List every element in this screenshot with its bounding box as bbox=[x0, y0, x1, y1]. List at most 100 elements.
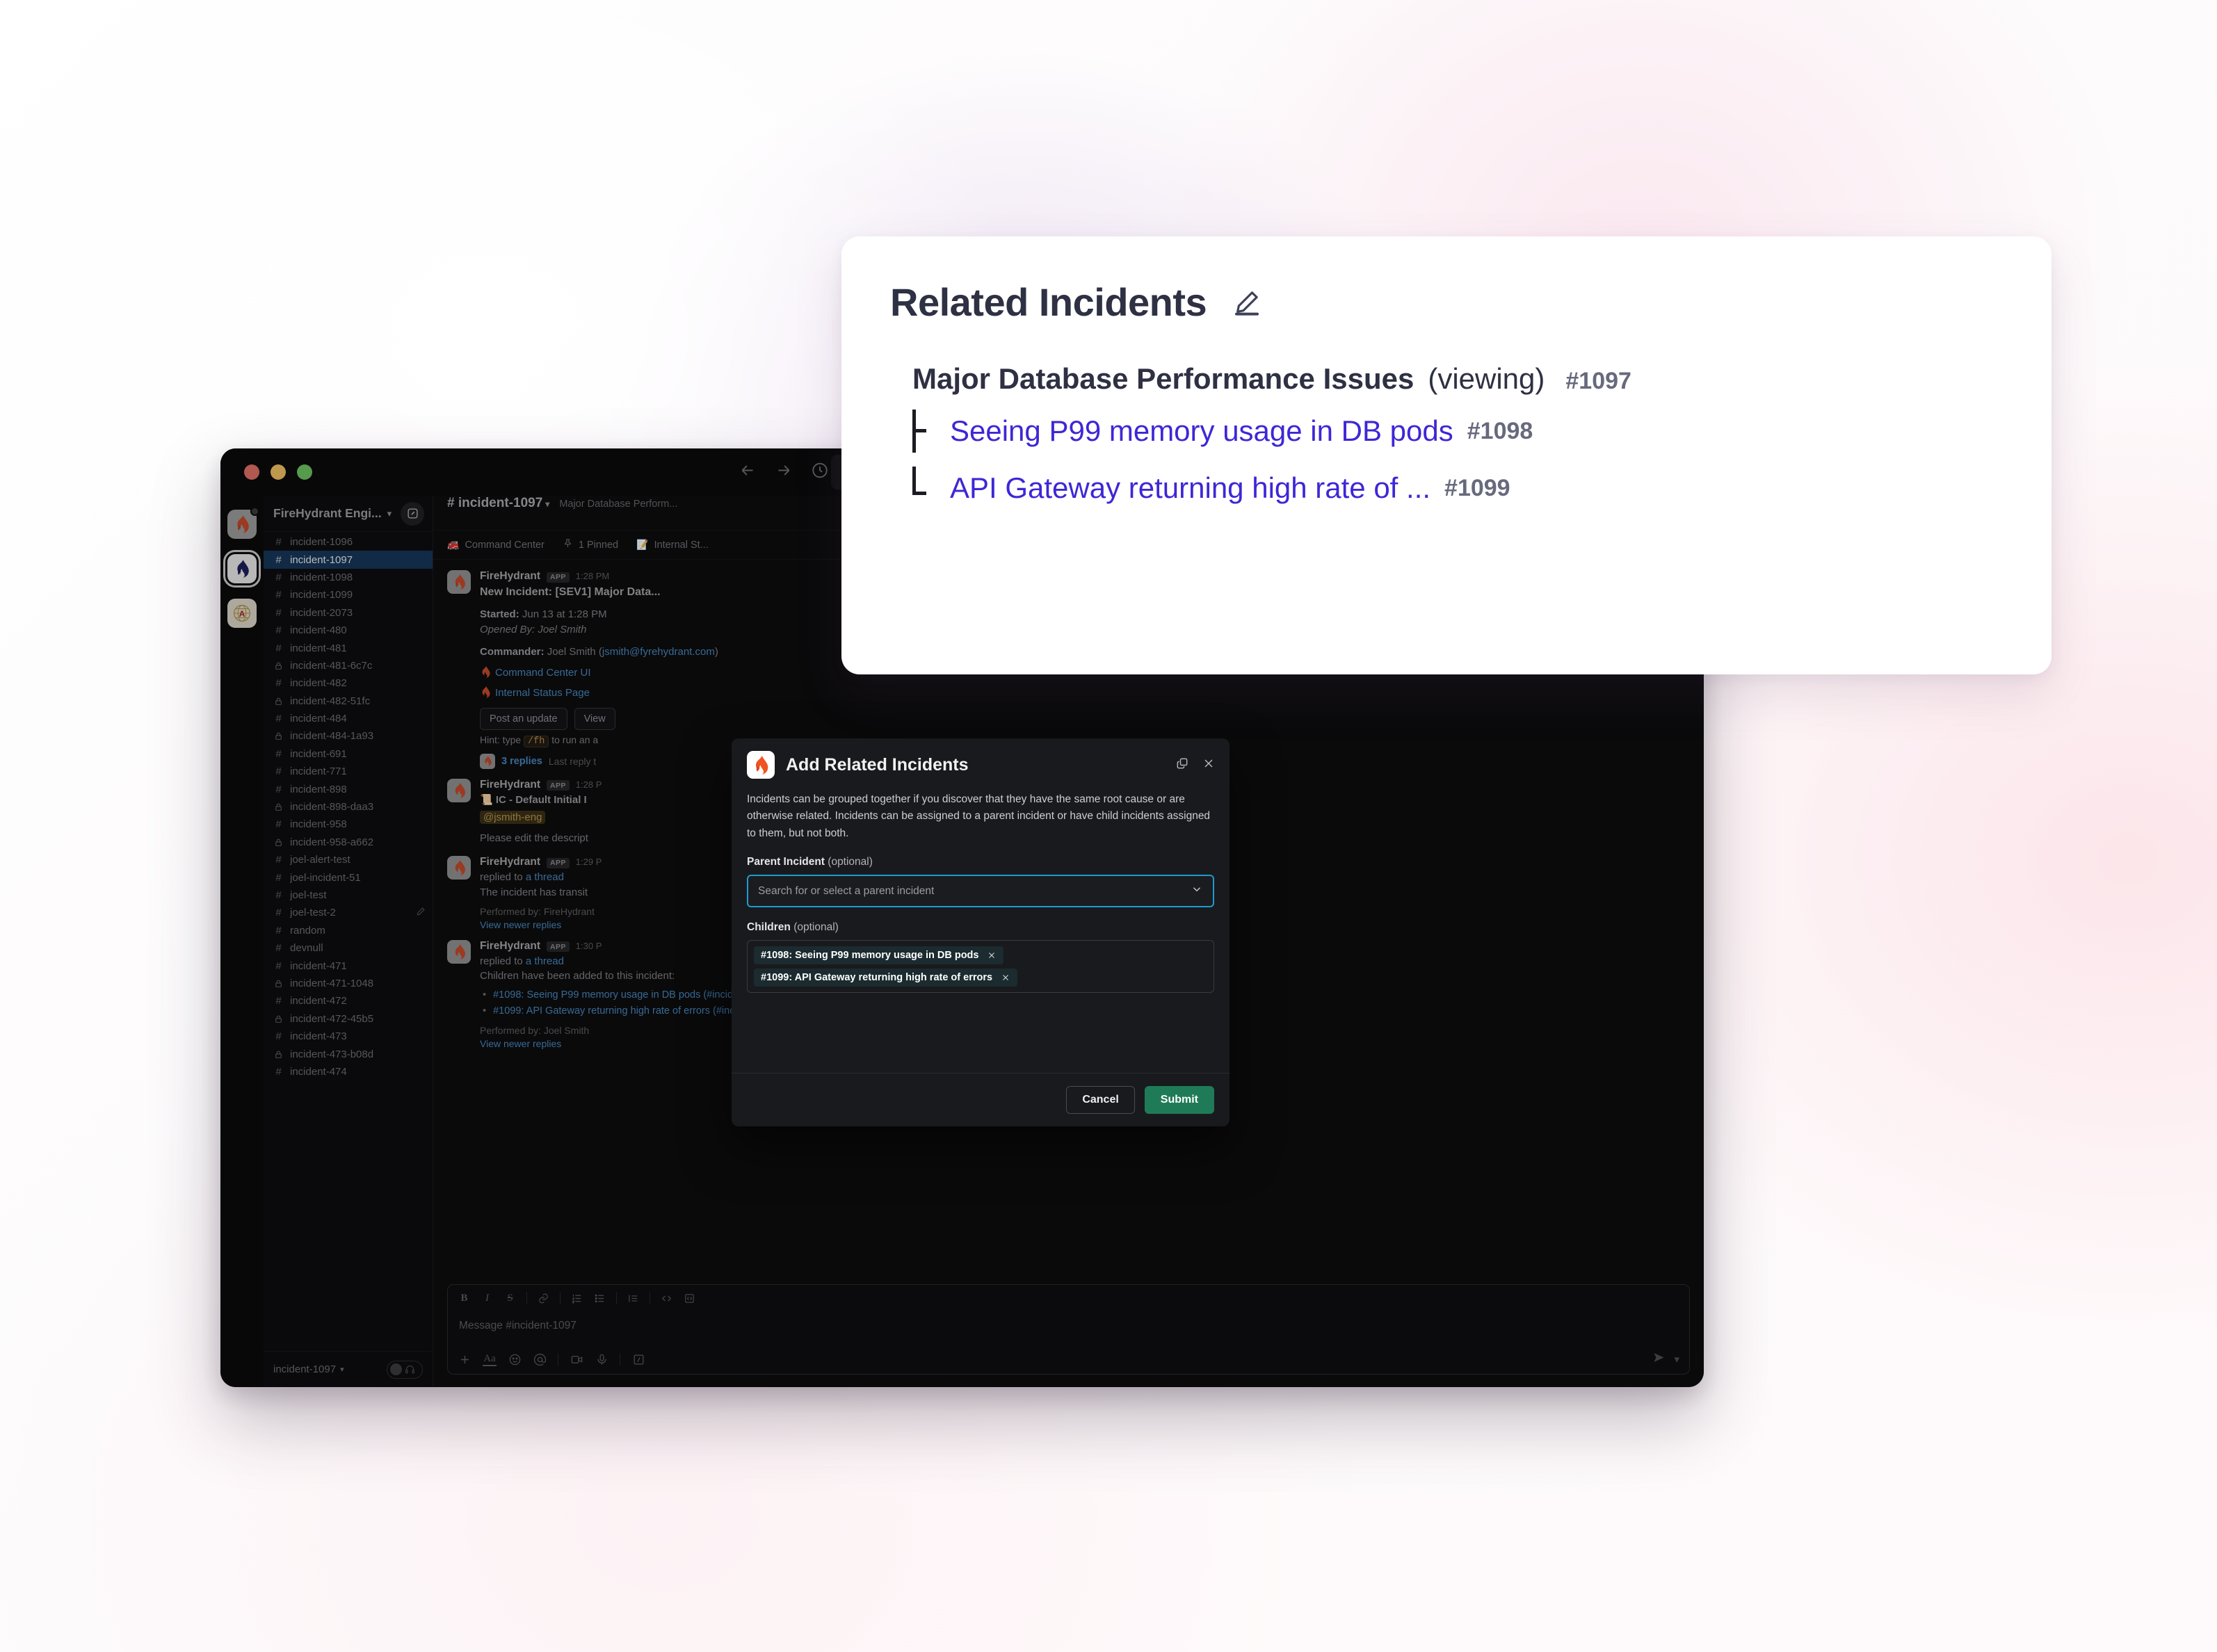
minimize-window-button[interactable] bbox=[271, 464, 286, 480]
replies-count[interactable]: 3 replies bbox=[501, 756, 542, 767]
sidebar-channel-incident-474[interactable]: # incident-474 bbox=[264, 1063, 433, 1080]
sidebar-channel-incident-2073[interactable]: # incident-2073 bbox=[264, 604, 433, 622]
pencil-icon[interactable] bbox=[1233, 289, 1261, 316]
chevron-down-icon[interactable]: ▾ bbox=[340, 1365, 344, 1374]
sidebar-channel-incident-771[interactable]: # incident-771 bbox=[264, 763, 433, 780]
sidebar-channel-joel-test-2[interactable]: # joel-test-2 bbox=[264, 904, 433, 921]
child-chip[interactable]: #1098: Seeing P99 memory usage in DB pod… bbox=[754, 946, 1004, 965]
child-chip[interactable]: #1099: API Gateway returning high rate o… bbox=[754, 969, 1018, 987]
bulleted-list-icon[interactable] bbox=[593, 1292, 606, 1305]
microphone-icon[interactable] bbox=[595, 1352, 608, 1366]
sidebar-channel-incident-1099[interactable]: # incident-1099 bbox=[264, 586, 433, 604]
bold-icon[interactable]: B bbox=[458, 1292, 471, 1305]
pencil-icon[interactable] bbox=[416, 907, 426, 919]
close-icon[interactable] bbox=[1202, 756, 1216, 774]
child-incident-link[interactable]: API Gateway returning high rate of ... bbox=[950, 471, 1430, 505]
close-window-button[interactable] bbox=[244, 464, 259, 480]
sidebar-channel-incident-473-b08d[interactable]: incident-473-b08d bbox=[264, 1045, 433, 1062]
sidebar-channel-incident-472-45b5[interactable]: incident-472-45b5 bbox=[264, 1010, 433, 1028]
sidebar-channel-random[interactable]: # random bbox=[264, 922, 433, 939]
view-button[interactable]: View bbox=[574, 707, 615, 730]
forward-arrow-icon[interactable] bbox=[775, 462, 793, 483]
zoom-window-button[interactable] bbox=[297, 464, 312, 480]
message-author[interactable]: FireHydrant bbox=[480, 940, 540, 953]
sidebar-channel-incident-958[interactable]: # incident-958 bbox=[264, 816, 433, 833]
huddle-toggle[interactable] bbox=[387, 1360, 423, 1379]
sidebar-channel-incident-484-1a93[interactable]: incident-484-1a93 bbox=[264, 727, 433, 745]
send-icon[interactable] bbox=[1652, 1351, 1666, 1368]
sidebar-channel-incident-482[interactable]: # incident-482 bbox=[264, 674, 433, 692]
sidebar-channel-joel-incident-51[interactable]: # joel-incident-51 bbox=[264, 868, 433, 886]
sidebar-channel-incident-472[interactable]: # incident-472 bbox=[264, 992, 433, 1010]
thread-link[interactable]: a thread bbox=[526, 955, 564, 967]
sidebar-channel-incident-471-1048[interactable]: incident-471-1048 bbox=[264, 975, 433, 992]
message-author[interactable]: FireHydrant bbox=[480, 570, 540, 583]
code-icon[interactable] bbox=[660, 1292, 673, 1305]
format-text-icon[interactable]: Aa bbox=[483, 1352, 497, 1366]
message-author[interactable]: FireHydrant bbox=[480, 779, 540, 791]
send-options-icon[interactable]: ▾ bbox=[1674, 1353, 1679, 1366]
blockquote-icon[interactable] bbox=[627, 1292, 640, 1305]
tab-internal-status[interactable]: 📝 Internal St... bbox=[636, 539, 709, 551]
channel-title[interactable]: # incident-1097 ▾ bbox=[447, 496, 549, 511]
sidebar-channel-joel-test[interactable]: # joel-test bbox=[264, 886, 433, 904]
sidebar-channel-incident-481-6c7c[interactable]: incident-481-6c7c bbox=[264, 657, 433, 674]
italic-icon[interactable]: I bbox=[481, 1292, 494, 1305]
sidebar-channel-joel-alert-test[interactable]: # joel-alert-test bbox=[264, 851, 433, 868]
internal-status-link-row[interactable]: Internal Status Page bbox=[480, 686, 1690, 701]
channel-topic[interactable]: Major Database Perform... bbox=[559, 499, 677, 510]
footer-channel-name[interactable]: incident-1097 bbox=[273, 1363, 336, 1375]
sidebar-channel-incident-898-daa3[interactable]: incident-898-daa3 bbox=[264, 798, 433, 816]
sidebar-channel-incident-484[interactable]: # incident-484 bbox=[264, 710, 433, 727]
ordered-list-icon[interactable] bbox=[570, 1292, 583, 1305]
back-arrow-icon[interactable] bbox=[739, 462, 757, 483]
cancel-button[interactable]: Cancel bbox=[1066, 1086, 1135, 1114]
strikethrough-icon[interactable]: S bbox=[503, 1292, 517, 1305]
hash-icon: # bbox=[275, 713, 282, 725]
sidebar-channel-incident-473[interactable]: # incident-473 bbox=[264, 1028, 433, 1045]
sidebar-channel-incident-471[interactable]: # incident-471 bbox=[264, 957, 433, 974]
sidebar-channel-incident-691[interactable]: # incident-691 bbox=[264, 745, 433, 763]
sidebar-channel-incident-482-51fc[interactable]: incident-482-51fc bbox=[264, 693, 433, 710]
mention-icon[interactable] bbox=[533, 1352, 547, 1366]
channel-name: incident-482-51fc bbox=[290, 695, 371, 707]
close-icon[interactable] bbox=[987, 950, 997, 960]
thread-link[interactable]: a thread bbox=[526, 871, 564, 883]
tab-command-center[interactable]: 🚒 Command Center bbox=[447, 539, 545, 551]
tab-pinned[interactable]: 1 Pinned bbox=[563, 538, 618, 551]
history-clock-icon[interactable] bbox=[811, 462, 829, 483]
video-icon[interactable] bbox=[570, 1352, 583, 1366]
sidebar-channel-incident-1097[interactable]: # incident-1097 bbox=[264, 551, 433, 569]
compose-icon[interactable] bbox=[401, 501, 424, 526]
sidebar-channel-incident-1096[interactable]: # incident-1096 bbox=[264, 533, 433, 551]
hash-icon: # bbox=[275, 783, 282, 795]
message-input[interactable]: Message #incident-1097 bbox=[448, 1311, 1689, 1345]
slash-command-icon[interactable] bbox=[631, 1352, 645, 1366]
workspace-header[interactable]: FireHydrant Engi... ▾ bbox=[264, 496, 433, 532]
channel-list[interactable]: # incident-1096 # incident-1097 # incident-10… bbox=[264, 532, 433, 1351]
close-icon[interactable] bbox=[1001, 973, 1010, 982]
user-mention[interactable]: @jsmith-eng bbox=[480, 811, 546, 825]
link-icon[interactable] bbox=[537, 1292, 550, 1305]
copy-icon[interactable] bbox=[1175, 756, 1189, 774]
submit-button[interactable]: Submit bbox=[1144, 1086, 1214, 1114]
child-incident-link[interactable]: Seeing P99 memory usage in DB pods bbox=[950, 414, 1453, 448]
page-title: Related Incidents bbox=[890, 280, 1207, 324]
plus-icon[interactable] bbox=[458, 1352, 471, 1366]
sidebar-channel-incident-898[interactable]: # incident-898 bbox=[264, 780, 433, 797]
parent-incident-select[interactable]: Search for or select a parent incident bbox=[747, 875, 1214, 908]
sidebar-channel-devnull[interactable]: # devnull bbox=[264, 939, 433, 957]
children-chips-field[interactable]: #1098: Seeing P99 memory usage in DB pod… bbox=[747, 940, 1214, 994]
lock-icon bbox=[273, 697, 284, 706]
workspace-icon-firehydrant-active[interactable] bbox=[223, 550, 261, 588]
emoji-icon[interactable] bbox=[508, 1352, 522, 1366]
sidebar-channel-incident-481[interactable]: # incident-481 bbox=[264, 639, 433, 656]
message-author[interactable]: FireHydrant bbox=[480, 856, 540, 868]
code-block-icon[interactable] bbox=[683, 1292, 696, 1305]
post-an-update-button[interactable]: Post an update bbox=[480, 707, 567, 730]
workspace-icon-atlassian[interactable]: A bbox=[227, 599, 257, 628]
sidebar-channel-incident-1098[interactable]: # incident-1098 bbox=[264, 569, 433, 586]
sidebar-channel-incident-480[interactable]: # incident-480 bbox=[264, 622, 433, 639]
workspace-icon-firehydrant-eng[interactable] bbox=[227, 507, 259, 539]
sidebar-channel-incident-958-a662[interactable]: incident-958-a662 bbox=[264, 834, 433, 851]
